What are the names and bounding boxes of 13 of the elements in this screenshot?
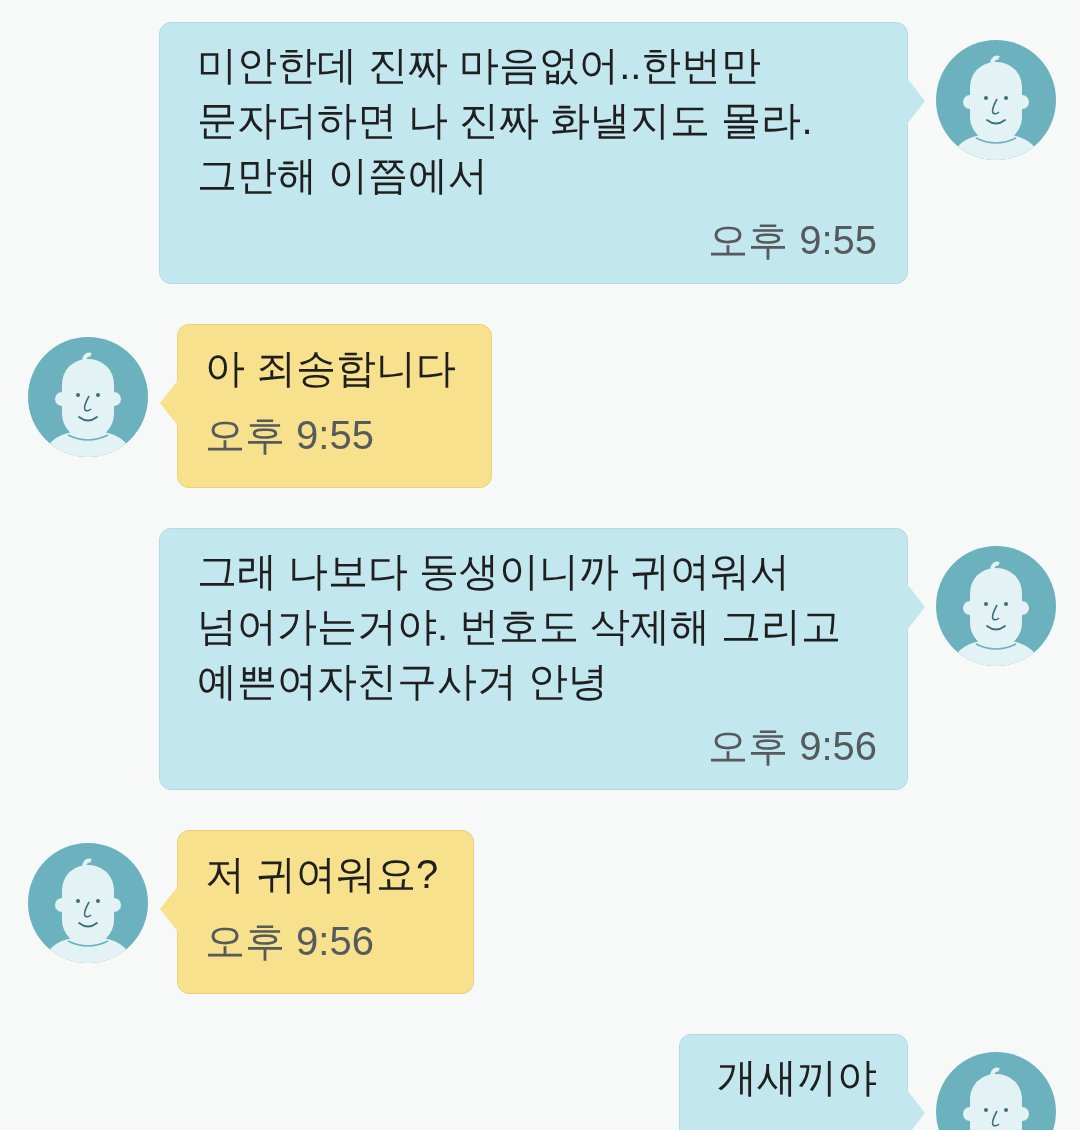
avatar-icon <box>28 337 148 457</box>
message-text: 그래 나보다 동생이니까 귀여워서 넘어가는거야. 번호도 삭제해 그리고 예쁜여자친구사겨 안녕 <box>197 548 843 705</box>
avatar-icon <box>936 546 1056 666</box>
message-time: 오후 9:55 <box>205 412 374 459</box>
message-time: 오후 9:56 <box>205 918 374 965</box>
message-text: 개새끼야 <box>717 1054 877 1101</box>
message-time: 오후 9:55 <box>708 217 877 264</box>
avatar-icon <box>936 40 1056 160</box>
message-text: 미안한데 진짜 마음없어..한번만 문자더하면 나 진짜 화낼지도 몰라. 그만해 이쯤에서 <box>197 42 814 199</box>
message-time: 오후 9:56 <box>708 723 877 770</box>
message-text: 아 죄송합니다 <box>205 345 457 392</box>
message-text: 저 귀여워요? <box>205 851 439 898</box>
avatar-icon <box>28 843 148 963</box>
